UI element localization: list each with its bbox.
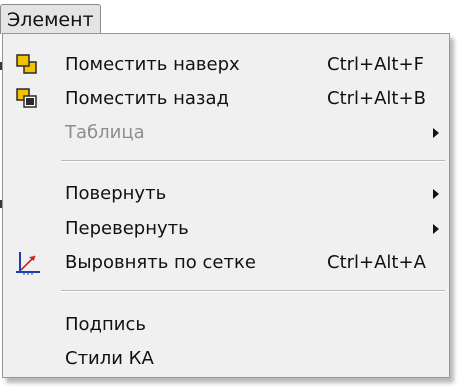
menu-item-shortcut: Ctrl+Alt+F bbox=[327, 54, 424, 75]
align-to-grid-icon bbox=[15, 251, 41, 275]
menu-item-ka-styles[interactable]: Стили КА bbox=[3, 344, 449, 374]
menu-item-label: Поместить назад bbox=[65, 88, 229, 109]
menu-item-align-to-grid[interactable]: Выровнять по сетке Ctrl+Alt+A bbox=[3, 248, 449, 278]
menu-item-flip[interactable]: Перевернуть bbox=[3, 214, 449, 244]
menu-item-label: Повернуть bbox=[65, 183, 167, 204]
menu-item-send-to-back[interactable]: Поместить назад Ctrl+Alt+B bbox=[3, 84, 449, 114]
menu-separator bbox=[61, 290, 445, 292]
menu-element-title[interactable]: Элемент bbox=[0, 4, 101, 34]
menu-item-label: Поместить наверх bbox=[65, 54, 240, 75]
menu-item-bring-to-front[interactable]: Поместить наверх Ctrl+Alt+F bbox=[3, 50, 449, 80]
send-to-back-icon bbox=[15, 87, 41, 111]
menu-separator bbox=[61, 160, 445, 162]
menu-item-shortcut: Ctrl+Alt+B bbox=[327, 88, 426, 109]
menu-item-shortcut: Ctrl+Alt+A bbox=[327, 252, 426, 273]
menu-item-label: Выровнять по сетке bbox=[65, 252, 256, 273]
screen: Элемент Поместить наверх Ctrl+Alt+F Поме… bbox=[0, 0, 465, 392]
menu-item-label: Стили КА bbox=[65, 348, 154, 369]
submenu-arrow-icon bbox=[433, 189, 439, 199]
menu-item-table: Таблица bbox=[3, 118, 449, 148]
submenu-arrow-icon bbox=[433, 224, 439, 234]
menu-item-label: Подпись bbox=[65, 314, 146, 335]
submenu-arrow-icon bbox=[433, 128, 439, 138]
menu-item-label: Перевернуть bbox=[65, 218, 189, 239]
menu-item-rotate[interactable]: Повернуть bbox=[3, 179, 449, 209]
menu-item-label: Таблица bbox=[65, 122, 145, 143]
element-dropdown-menu: Поместить наверх Ctrl+Alt+F Поместить на… bbox=[2, 33, 450, 378]
bring-to-front-icon bbox=[15, 53, 41, 77]
menu-item-caption[interactable]: Подпись bbox=[3, 310, 449, 340]
